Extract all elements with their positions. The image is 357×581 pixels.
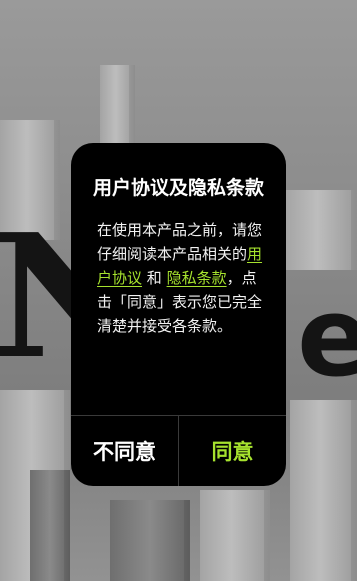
background-block <box>285 190 357 270</box>
background-block <box>110 500 190 581</box>
privacy-dialog: 用户协议及隐私条款 在使用本产品之前，请您仔细阅读本产品相关的用户协议 和 隐私… <box>71 143 286 486</box>
background-logo-e: e <box>297 273 357 401</box>
disagree-button[interactable]: 不同意 <box>71 416 178 486</box>
app-screen: N e 用户协议及隐私条款 在使用本产品之前，请您仔细阅读本产品相关的用户协议 … <box>0 0 357 581</box>
privacy-policy-link[interactable]: 隐私条款 <box>167 269 227 287</box>
background-block <box>290 400 357 581</box>
background-block <box>200 490 270 581</box>
dialog-body: 在使用本产品之前，请您仔细阅读本产品相关的用户协议 和 隐私条款，点击「同意」表… <box>97 218 269 338</box>
body-text-and: 和 <box>142 269 167 287</box>
agree-button[interactable]: 同意 <box>179 416 286 486</box>
body-text-intro: 在使用本产品之前，请您仔细阅读本产品相关的 <box>97 221 263 263</box>
background-block <box>30 470 70 581</box>
dialog-title: 用户协议及隐私条款 <box>92 177 264 199</box>
